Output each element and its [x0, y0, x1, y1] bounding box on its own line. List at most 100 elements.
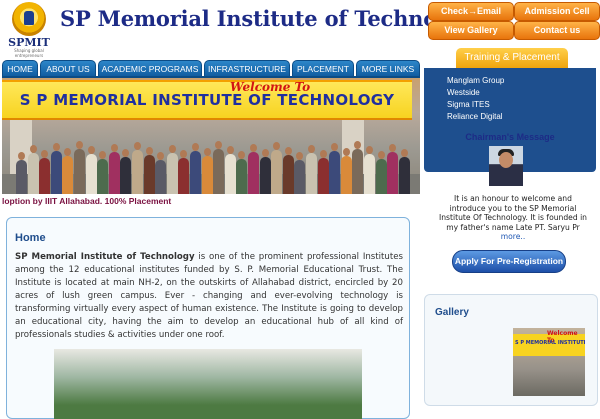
photo-person-head [215, 141, 223, 149]
photo-person [155, 160, 167, 194]
photo-person [201, 156, 213, 194]
photo-person-head [180, 150, 188, 158]
photo-person-head [29, 145, 37, 153]
check-email-button[interactable]: Check→Email [428, 2, 514, 21]
news-ticker[interactable]: loption by IIIT Allahabad. 100% Placemen… [2, 195, 420, 208]
photo-person-head [261, 149, 269, 157]
photo-person-head [400, 149, 408, 157]
photo-person-head [87, 146, 95, 154]
photo-person-head [331, 143, 339, 151]
chairman-photo [489, 146, 523, 186]
photo-person [27, 153, 39, 194]
chairman-title: Chairman's Message [465, 132, 555, 142]
logo-text: SPMIT [8, 36, 50, 49]
photo-person-head [145, 147, 153, 155]
photo-person [74, 149, 85, 194]
chairman-section: Chairman's Message It is an honour to we… [424, 132, 600, 406]
photo-person-head [168, 145, 176, 153]
photo-person-head [226, 146, 234, 154]
photo-person [306, 153, 317, 194]
photo-person [259, 157, 271, 194]
photo-person-head [52, 143, 60, 151]
thumb-sign-text: S P MEMORIAL INSTITUTE OF TECHNOLOGY [515, 340, 585, 346]
photo-person [398, 157, 410, 194]
photo-person [108, 152, 120, 194]
photo-person [39, 158, 51, 194]
photo-person [50, 151, 62, 194]
nav-infrastructure[interactable]: INFRASTRUCTURE [204, 60, 290, 77]
photo-person-head [134, 142, 141, 150]
view-gallery-button[interactable]: View Gallery [428, 21, 514, 40]
nav-home[interactable]: HOME [2, 60, 38, 77]
contact-us-button[interactable]: Contact us [514, 21, 600, 40]
photo-person [120, 157, 132, 194]
photo-person-head [41, 150, 49, 158]
photo-person [166, 153, 178, 194]
read-more-link[interactable]: more.. [501, 232, 526, 241]
photo-person-head [64, 148, 72, 156]
photo-person-head [99, 151, 107, 159]
chairman-message: It is an honour to welcome and introduce… [438, 194, 588, 242]
nav-more-links[interactable]: MORE LINKS [356, 60, 420, 77]
photo-person [271, 150, 283, 194]
photo-person [85, 154, 97, 194]
photo-person-head [157, 152, 165, 160]
photo-person-head [342, 148, 350, 156]
photo-person [236, 159, 248, 194]
photo-person-head [308, 145, 315, 153]
photo-person [340, 156, 352, 194]
placement-item[interactable]: Manglam Group [447, 76, 504, 85]
photo-person-head [192, 143, 199, 151]
photo-person [294, 160, 306, 194]
photo-person-head [76, 141, 83, 149]
home-panel: Home SP Memorial Institute of Technology… [6, 217, 410, 419]
photo-person-head [18, 152, 25, 160]
logo[interactable]: SPMIT Shaping global entrepreneurs [4, 2, 54, 58]
photo-person-head [284, 147, 292, 155]
gallery-thumbnail[interactable]: Welcome To S P MEMORIAL INSTITUTE OF TEC… [513, 328, 585, 396]
photo-person [224, 154, 236, 194]
photo-person-head [296, 152, 304, 160]
gallery-title: Gallery [435, 307, 469, 318]
photo-person [62, 156, 74, 194]
site-title: SP Memorial Institute of Technology [60, 6, 486, 31]
nav-academic-programs[interactable]: ACADEMIC PROGRAMS [98, 60, 202, 77]
photo-person-head [250, 144, 257, 152]
nav-placement[interactable]: PLACEMENT [292, 60, 354, 77]
home-body: is one of the prominent professional Ins… [15, 252, 403, 340]
photo-person-head [377, 151, 385, 159]
banner-photo: Welcome To S P MEMORIAL INSTITUTE OF TEC… [2, 78, 420, 194]
photo-person-head [110, 144, 118, 152]
pre-registration-button[interactable]: Apply For Pre-Registration [452, 250, 566, 273]
admission-cell-button[interactable]: Admission Cell [514, 2, 600, 21]
training-placement-header[interactable]: Training & Placement [456, 48, 568, 68]
photo-person [16, 160, 27, 194]
photo-person-head [238, 151, 246, 159]
photo-person [317, 158, 329, 194]
placement-item[interactable]: Westside [447, 88, 480, 97]
nav-about-us[interactable]: ABOUT US [40, 60, 96, 77]
logo-tagline: Shaping global entrepreneurs [14, 48, 44, 58]
photo-face [499, 152, 513, 168]
chairman-message-text: It is an honour to welcome and introduce… [439, 194, 587, 232]
photo-person-head [203, 148, 211, 156]
photo-person [364, 154, 375, 194]
photo-person-head [273, 142, 281, 150]
photo-person [132, 150, 143, 194]
photo-person [329, 151, 341, 194]
home-lead: SP Memorial Institute of Technology [15, 252, 195, 262]
banner-sign-text: S P MEMORIAL INSTITUTE OF TECHNOLOGY [19, 91, 395, 109]
photo-person [97, 159, 109, 194]
photo-person [282, 155, 294, 194]
home-description: SP Memorial Institute of Technology is o… [15, 251, 403, 342]
home-title: Home [15, 232, 46, 244]
placement-item[interactable]: Sigma ITES [447, 100, 490, 109]
photo-person [178, 158, 190, 194]
placement-item[interactable]: Reliance Digital [447, 112, 503, 121]
photo-person [375, 159, 387, 194]
photo-person [387, 152, 399, 194]
photo-person [352, 149, 364, 194]
photo-person [213, 149, 225, 194]
photo-person-head [366, 146, 373, 154]
gallery-panel: Gallery Welcome To S P MEMORIAL INSTITUT… [424, 294, 598, 406]
